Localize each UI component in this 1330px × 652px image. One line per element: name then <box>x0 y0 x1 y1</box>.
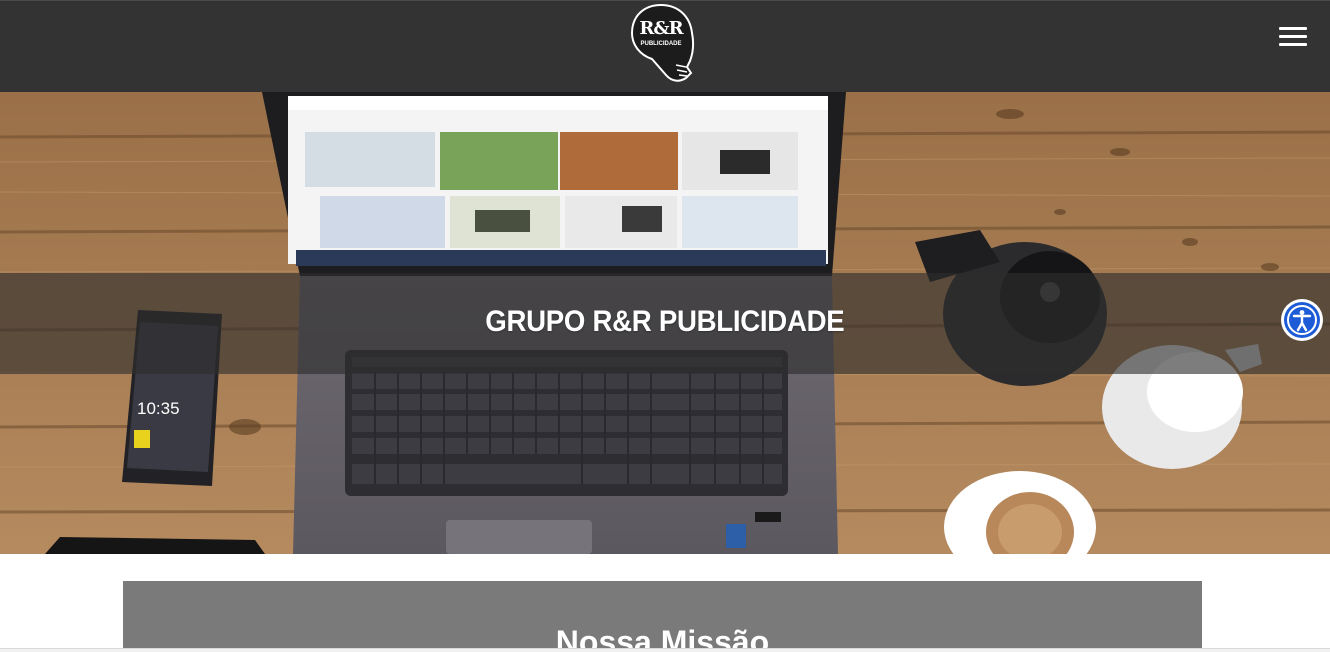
hero-banner: 10:35 GRUPO R&R PUBLICIDADE <box>0 92 1330 554</box>
logo-subtext: PUBLICIDADE <box>640 41 682 47</box>
mission-section: Nossa Missão <box>123 581 1202 652</box>
horizontal-scrollbar[interactable] <box>0 648 1330 652</box>
accessibility-button[interactable] <box>1281 299 1323 341</box>
logo[interactable]: R&R PUBLICIDADE <box>630 3 696 85</box>
accessibility-icon <box>1284 302 1320 338</box>
logo-text: R&R <box>639 18 683 39</box>
phone-clock-text: 10:35 <box>137 399 180 418</box>
hamburger-menu-icon[interactable] <box>1278 25 1308 49</box>
hero-title: GRUPO R&R PUBLICIDADE <box>485 305 845 338</box>
site-header: R&R PUBLICIDADE <box>0 0 1330 92</box>
